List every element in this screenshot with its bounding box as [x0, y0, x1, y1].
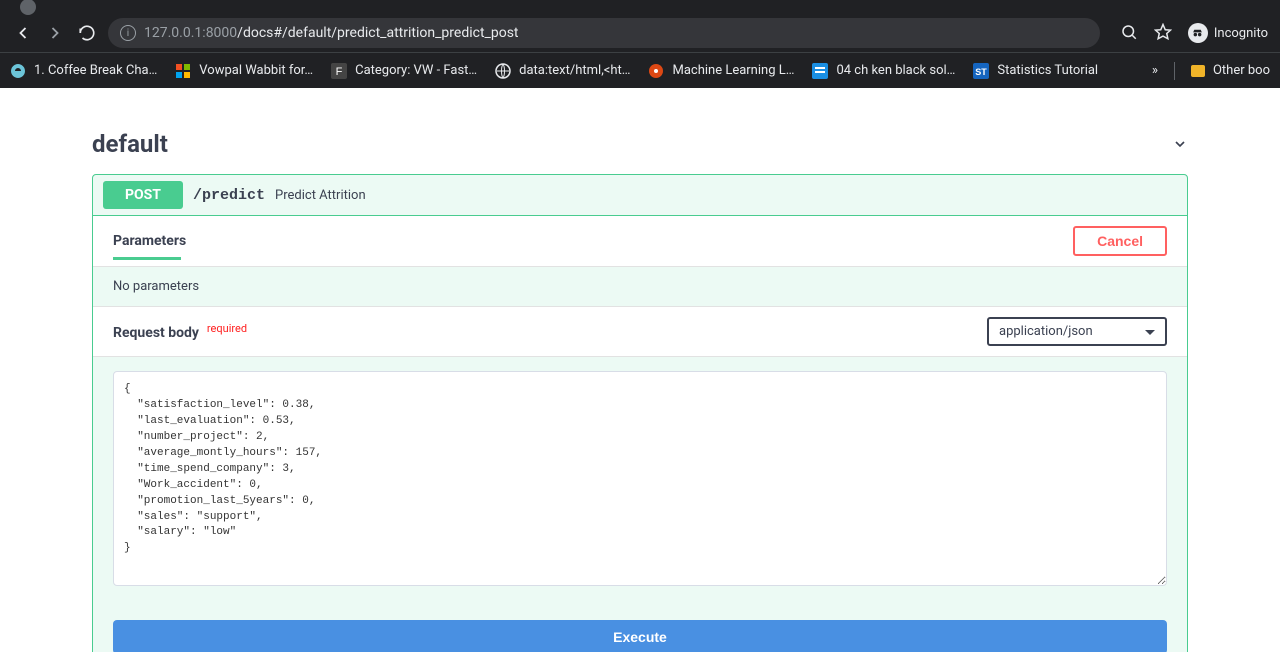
content-type-select[interactable]: application/json	[987, 317, 1167, 346]
svg-text:F: F	[336, 66, 343, 78]
toolbar: i 127.0.0.1:8000/docs#/default/predict_a…	[0, 14, 1280, 52]
bookmark-item[interactable]: ST Statistics Tutorial	[973, 63, 1098, 79]
bookmark-favicon	[812, 63, 828, 79]
operation-summary-text: Predict Attrition	[275, 188, 366, 203]
incognito-icon	[1188, 23, 1208, 43]
forward-button[interactable]	[44, 22, 66, 44]
tag-title: default	[92, 130, 168, 158]
site-info-icon[interactable]: i	[120, 25, 136, 41]
browser-chrome: i 127.0.0.1:8000/docs#/default/predict_a…	[0, 0, 1280, 88]
bookmark-item[interactable]: Vowpal Wabbit for…	[175, 63, 313, 79]
bookmark-favicon: F	[331, 63, 347, 79]
bookmark-favicon: ST	[973, 63, 989, 79]
url-text: 127.0.0.1:8000/docs#/default/predict_att…	[144, 25, 519, 41]
bookmark-star-icon[interactable]	[1154, 23, 1174, 43]
no-parameters-text: No parameters	[93, 267, 1187, 307]
bookmark-item[interactable]: F Category: VW - Fast…	[331, 63, 477, 79]
back-button[interactable]	[12, 22, 34, 44]
request-body-textarea[interactable]	[113, 371, 1167, 586]
bookmark-favicon	[175, 63, 191, 79]
operation-block: POST /predict Predict Attrition Paramete…	[92, 174, 1188, 652]
bookmark-item[interactable]: data:text/html,<ht…	[495, 63, 630, 79]
reload-button[interactable]	[76, 22, 98, 44]
bookmark-favicon	[648, 63, 664, 79]
bookmarks-bar: 1. Coffee Break Cha… Vowpal Wabbit for… …	[0, 52, 1280, 88]
svg-text:ST: ST	[976, 67, 988, 77]
browser-tab[interactable]	[8, 0, 48, 15]
operation-path: /predict	[193, 187, 265, 204]
execute-button[interactable]: Execute	[113, 620, 1167, 652]
bookmark-item[interactable]: 04 ch ken black sol…	[812, 63, 955, 79]
bookmark-item[interactable]: Machine Learning L…	[648, 63, 794, 79]
other-bookmarks[interactable]: Other boo	[1191, 63, 1270, 78]
bookmark-favicon	[10, 63, 26, 79]
separator	[1174, 62, 1175, 80]
bookmark-favicon	[495, 63, 511, 79]
search-icon[interactable]	[1120, 23, 1140, 43]
method-badge: POST	[103, 181, 183, 209]
folder-icon	[1191, 65, 1205, 77]
request-body-area	[93, 357, 1187, 610]
incognito-label: Incognito	[1214, 26, 1268, 41]
address-bar[interactable]: i 127.0.0.1:8000/docs#/default/predict_a…	[108, 18, 1100, 48]
tab-strip	[0, 0, 1280, 14]
bookmark-item[interactable]: 1. Coffee Break Cha…	[10, 63, 157, 79]
required-label: required	[207, 322, 247, 335]
parameters-header: Parameters Cancel	[93, 216, 1187, 267]
tag-header[interactable]: default	[92, 130, 1188, 158]
toolbar-right: Incognito	[1120, 23, 1268, 43]
chevron-down-icon[interactable]	[1172, 136, 1188, 152]
bookmarks-overflow-icon[interactable]: »	[1152, 63, 1158, 78]
request-body-label: Request body	[113, 325, 199, 341]
page-content: default POST /predict Predict Attrition …	[0, 130, 1280, 652]
parameters-title: Parameters	[113, 233, 186, 249]
operation-summary[interactable]: POST /predict Predict Attrition	[93, 175, 1187, 216]
cancel-button[interactable]: Cancel	[1073, 226, 1167, 256]
tab-favicon	[20, 0, 36, 15]
request-body-header: Request body required application/json	[93, 307, 1187, 357]
content-type-value: application/json	[999, 324, 1093, 339]
incognito-indicator[interactable]: Incognito	[1188, 23, 1268, 43]
